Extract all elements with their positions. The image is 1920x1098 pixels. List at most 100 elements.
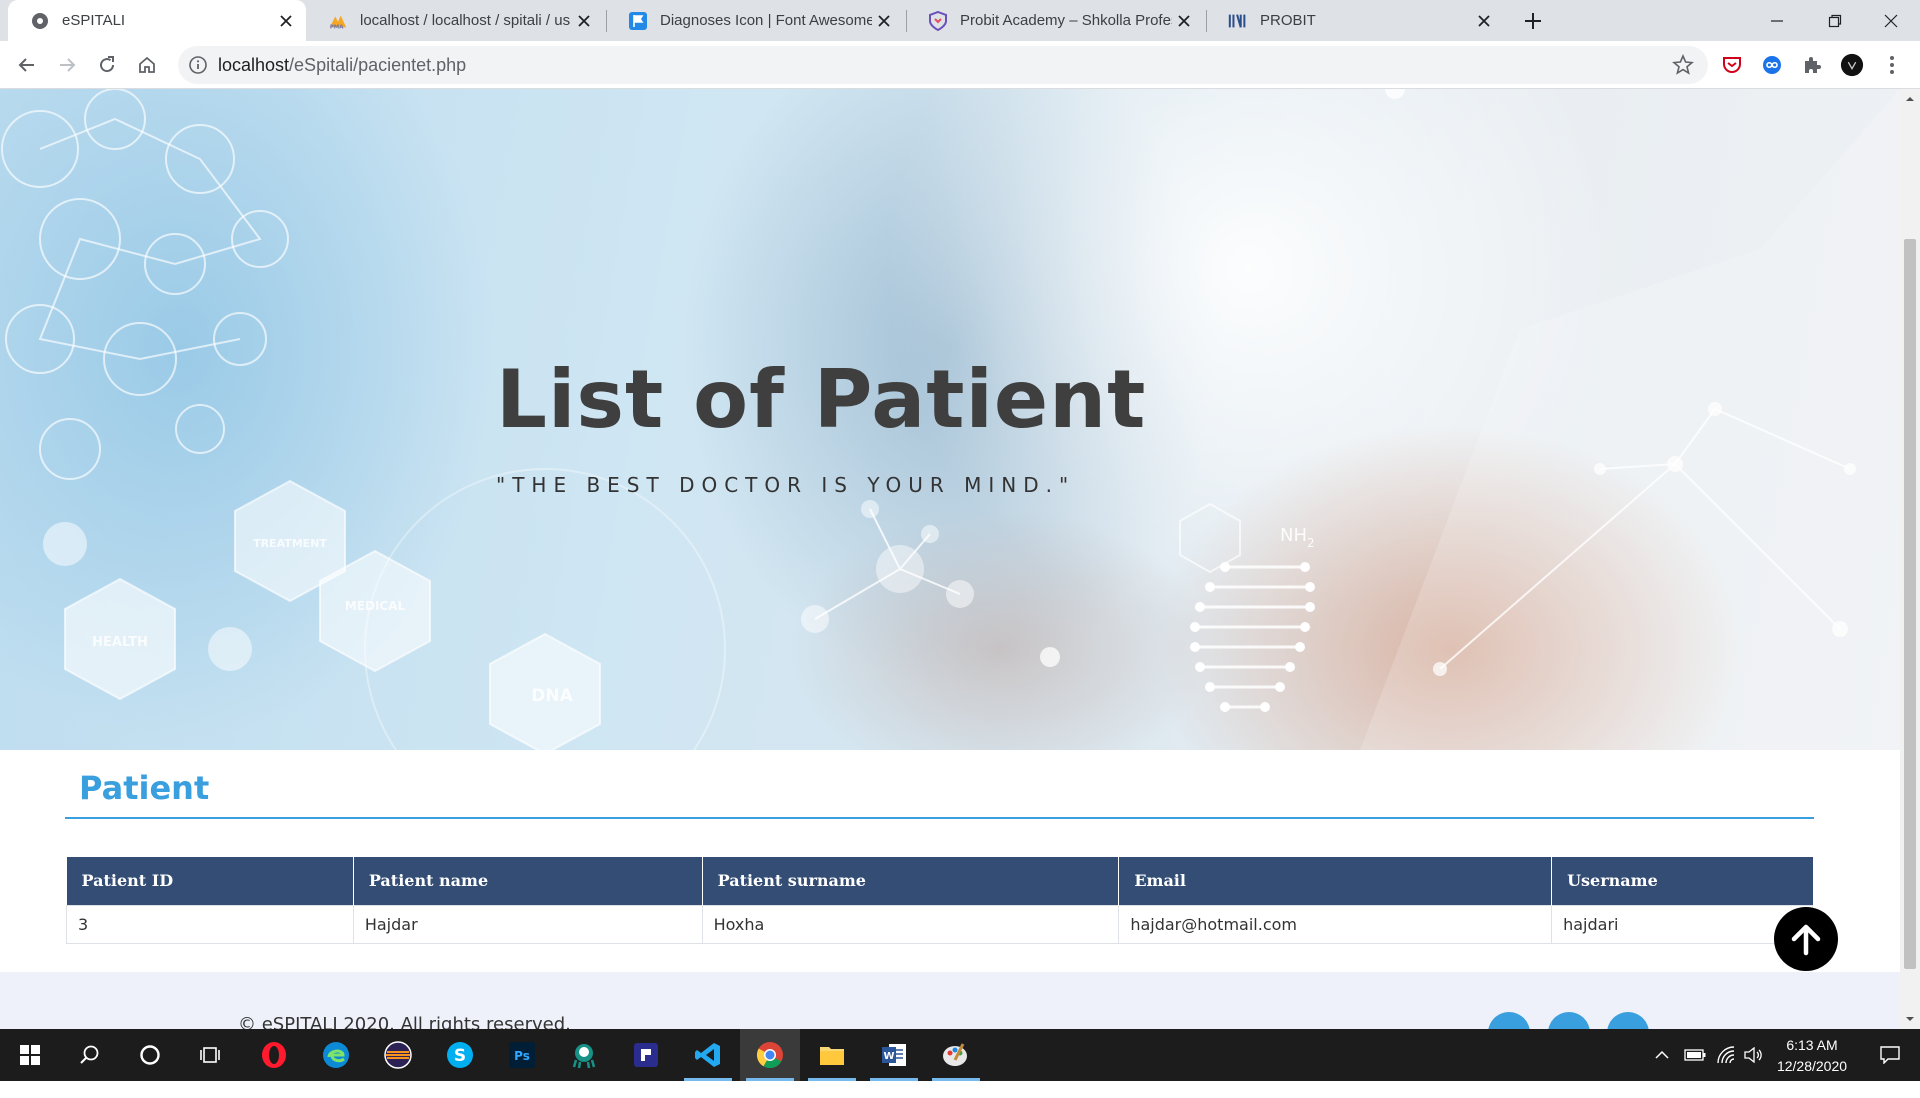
taskbar-gitkraken[interactable]	[554, 1029, 614, 1081]
taskbar-app[interactable]	[616, 1029, 676, 1081]
system-clock[interactable]: 6:13 AM 12/28/2020	[1762, 1035, 1862, 1077]
action-center-button[interactable]	[1870, 1029, 1910, 1081]
edge-icon	[323, 1042, 349, 1068]
tab-title: Diagnoses Icon | Font Awesome	[660, 12, 872, 29]
search-button[interactable]	[60, 1029, 120, 1081]
photoshop-icon: Ps	[509, 1042, 535, 1068]
close-icon[interactable]	[274, 9, 298, 33]
tab-espitali[interactable]: eSPITALI	[8, 0, 306, 41]
footer: © eSPITALI 2020. All rights reserved.	[0, 972, 1900, 1029]
app-icon	[634, 1043, 658, 1067]
scroll-down-arrow-icon[interactable]	[1905, 1014, 1915, 1024]
tab-title: PROBIT	[1260, 12, 1316, 29]
opera-icon	[262, 1042, 286, 1068]
table-row: 3 Hajdar Hoxha hajdar@hotmail.com hajdar…	[66, 904, 1813, 944]
hero-quote: "THE BEST DOCTOR IS YOUR MIND."	[496, 473, 1076, 497]
taskbar-photoshop[interactable]: Ps	[492, 1029, 552, 1081]
column-header-patient-name: Patient name	[353, 857, 703, 905]
probit-academy-icon	[928, 10, 948, 31]
notification-icon	[1880, 1046, 1900, 1064]
column-header-patient-id: Patient ID	[66, 857, 354, 905]
new-tab-button[interactable]	[1520, 8, 1546, 34]
minimize-button[interactable]	[1748, 0, 1806, 41]
close-icon[interactable]	[1472, 9, 1496, 33]
eclipse-icon	[384, 1041, 412, 1069]
linkedin-icon[interactable]	[1488, 1012, 1530, 1029]
cell-email: hajdar@hotmail.com	[1118, 904, 1553, 944]
hero-decor-label-dna: DNA	[531, 686, 573, 706]
home-button[interactable]	[133, 51, 161, 79]
twitter-icon[interactable]	[1607, 1012, 1649, 1029]
tab-probit-academy[interactable]: Probit Academy – Shkolla Profesi	[906, 0, 1204, 41]
forward-button[interactable]	[53, 51, 81, 79]
start-button[interactable]	[0, 1029, 60, 1081]
address-bar[interactable]: localhost/eSpitali/pacientet.php	[178, 46, 1708, 84]
tab-probit[interactable]: PROBIT	[1206, 0, 1504, 41]
back-button[interactable]	[13, 51, 41, 79]
bookmark-star-icon[interactable]	[1672, 53, 1694, 76]
hero-decor-formula-sub: 2	[1307, 536, 1315, 550]
taskbar-chrome[interactable]	[740, 1029, 800, 1081]
taskbar-paint[interactable]	[926, 1029, 986, 1081]
taskbar-eclipse[interactable]	[368, 1029, 428, 1081]
taskbar-edge[interactable]	[306, 1029, 366, 1081]
hero-decor-label-health: HEALTH	[92, 635, 148, 650]
page-title: List of Patient	[496, 353, 1147, 446]
svg-text:S: S	[454, 1046, 466, 1066]
hero-decor-label-treatment: TREATMENT	[253, 537, 327, 550]
extensions-puzzle-icon[interactable]	[1800, 53, 1824, 77]
taskbar-word[interactable]: W	[864, 1029, 924, 1081]
folder-icon	[820, 1047, 844, 1065]
cortana-icon	[140, 1045, 160, 1065]
svg-text:Ps: Ps	[514, 1049, 530, 1063]
globe-icon	[30, 11, 50, 31]
section-title: Patient	[79, 769, 210, 807]
scroll-up-arrow-icon[interactable]	[1905, 94, 1915, 104]
network-tray[interactable]	[1712, 1029, 1740, 1081]
taskbar-file-explorer[interactable]	[802, 1029, 862, 1081]
page-scrollbar[interactable]	[1900, 89, 1920, 1029]
close-icon[interactable]	[1172, 9, 1196, 33]
close-icon[interactable]	[872, 9, 896, 33]
table-header-row: Patient ID Patient name Patient surname …	[66, 857, 1813, 905]
url-text: localhost/eSpitali/pacientet.php	[218, 55, 466, 76]
cell-patient-name: Hajdar	[352, 904, 703, 944]
extension-loop-icon[interactable]	[1760, 53, 1784, 77]
word-icon: W	[882, 1044, 906, 1066]
restore-button[interactable]	[1806, 0, 1864, 41]
fontawesome-flag-icon	[628, 11, 648, 31]
hero-banner: TREATMENT MEDICAL HEALTH DNA NH2 List of…	[0, 89, 1900, 750]
tab-title: Probit Academy – Shkolla Profesi	[960, 12, 1172, 29]
battery-tray[interactable]	[1680, 1029, 1710, 1081]
tab-phpmyadmin[interactable]: PMA localhost / localhost / spitali / us	[306, 0, 604, 41]
site-info-icon[interactable]	[188, 55, 208, 75]
close-window-button[interactable]	[1862, 0, 1920, 41]
extension-pocket-icon[interactable]	[1720, 53, 1744, 77]
scrollbar-thumb[interactable]	[1904, 239, 1916, 969]
cell-patient-id: 3	[66, 904, 354, 944]
url-host: localhost	[218, 55, 290, 75]
facebook-icon[interactable]	[1548, 1012, 1590, 1029]
chrome-icon	[756, 1042, 783, 1069]
taskbar-opera[interactable]	[244, 1029, 304, 1081]
close-icon[interactable]	[572, 9, 596, 33]
tab-font-awesome[interactable]: Diagnoses Icon | Font Awesome	[606, 0, 904, 41]
taskbar-vscode[interactable]	[678, 1029, 738, 1081]
taskbar-skype[interactable]: S	[430, 1029, 490, 1081]
arrow-up-icon	[1791, 924, 1821, 956]
task-view-button[interactable]	[180, 1029, 240, 1081]
phpmyadmin-icon: PMA	[328, 11, 348, 31]
show-hidden-icons-button[interactable]	[1650, 1029, 1674, 1081]
cell-patient-surname: Hoxha	[701, 904, 1120, 944]
profile-avatar[interactable]	[1840, 53, 1864, 77]
hero-decor-formula-main: NH	[1280, 525, 1307, 546]
browser-tab-strip: eSPITALI PMA localhost / localhost / spi…	[0, 0, 1920, 41]
reload-button[interactable]	[93, 51, 121, 79]
browser-menu-icon[interactable]	[1880, 53, 1904, 77]
back-to-top-button[interactable]	[1774, 907, 1838, 971]
cortana-button[interactable]	[120, 1029, 180, 1081]
footer-copyright: © eSPITALI 2020. All rights reserved.	[238, 1014, 571, 1029]
tab-title: eSPITALI	[62, 12, 126, 29]
clock-date: 12/28/2020	[1776, 1058, 1848, 1074]
wifi-icon	[1717, 1046, 1735, 1064]
